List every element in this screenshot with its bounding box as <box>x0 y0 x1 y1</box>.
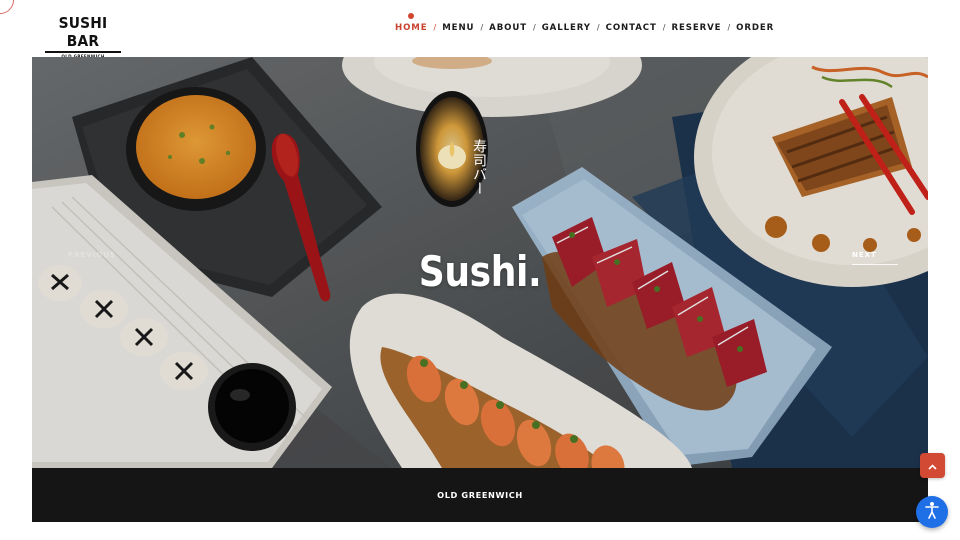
nav-item-home[interactable]: HOME <box>395 13 428 34</box>
nav-item-reserve[interactable]: RESERVE <box>671 22 721 34</box>
nav-item-label: HOME <box>395 23 428 33</box>
scroll-to-top-button[interactable] <box>920 453 945 478</box>
logo-underline <box>45 51 121 53</box>
nav-separator: / <box>662 23 666 32</box>
nav-separator: / <box>480 23 484 32</box>
hero-title: Sushi. <box>418 247 542 296</box>
nav-separator: / <box>596 23 600 32</box>
corner-decoration <box>0 0 14 14</box>
main-navigation: HOME / MENU / ABOUT / GALLERY / CONTACT … <box>395 13 774 34</box>
nav-item-menu[interactable]: MENU <box>442 22 474 34</box>
accessibility-icon <box>924 501 940 524</box>
slider-next-button[interactable]: NEXT <box>852 251 898 265</box>
accessibility-button[interactable] <box>916 496 948 528</box>
logo-title: SUSHI BAR <box>58 14 108 50</box>
nav-separator: / <box>533 23 536 32</box>
hero-tagline: 寿司バー <box>471 139 487 195</box>
nav-separator: / <box>727 23 731 32</box>
active-indicator-dot <box>408 13 415 19</box>
location-bar[interactable]: OLD GREENWICH <box>32 468 928 522</box>
nav-item-order[interactable]: ORDER <box>736 22 774 34</box>
location-label: OLD GREENWICH <box>437 490 523 500</box>
hero-slider: 寿司バー Sushi. PREVIOUS NEXT <box>32 57 928 468</box>
nav-item-gallery[interactable]: GALLERY <box>542 22 591 34</box>
site-logo[interactable]: SUSHI BAR OLD GREENWICH <box>45 14 121 60</box>
nav-item-contact[interactable]: CONTACT <box>606 22 657 34</box>
slider-previous-button[interactable]: PREVIOUS <box>68 251 116 259</box>
nav-separator: / <box>433 23 437 32</box>
nav-item-about[interactable]: ABOUT <box>489 22 527 34</box>
chevron-up-icon <box>928 457 937 475</box>
